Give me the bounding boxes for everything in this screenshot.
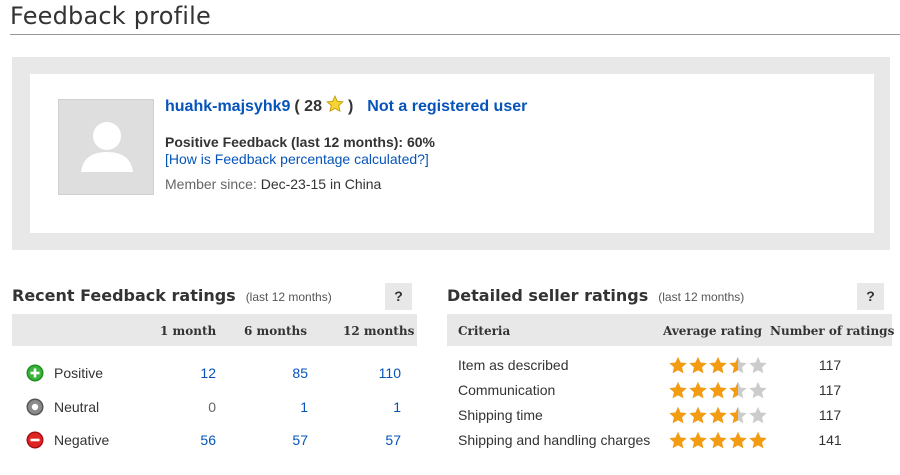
star-full-icon: [709, 356, 727, 374]
member-since-value: Dec-23-15 in China: [260, 176, 382, 192]
positive-12-months[interactable]: 110: [341, 365, 401, 381]
neutral-label: Neutral: [54, 399, 100, 415]
star-empty-icon: [749, 356, 767, 374]
star-full-icon: [729, 431, 747, 449]
star-empty-icon: [749, 381, 767, 399]
user-line: huahk-majsyhk9 ( 28 ) Not a registered u…: [165, 95, 527, 118]
star-full-icon: [689, 406, 707, 424]
plus-circle-icon: [26, 364, 44, 382]
ratings-count: 141: [818, 432, 842, 448]
col-header-6-months: 6 months: [244, 324, 307, 338]
ratings-count: 117: [818, 357, 842, 373]
star-half-icon: [729, 356, 747, 374]
criteria-shipping-handling-charges: Shipping and handling charges: [458, 432, 651, 448]
registration-status-link[interactable]: Not a registered user: [367, 98, 527, 116]
rating-stars: [668, 381, 768, 399]
col-header-criteria: Criteria: [458, 324, 511, 338]
user-silhouette-icon: [59, 100, 153, 194]
recent-feedback-title: Recent Feedback ratings (last 12 months): [12, 286, 332, 305]
positive-6-months[interactable]: 85: [248, 365, 308, 381]
ratings-count: 117: [818, 407, 842, 423]
star-full-icon: [689, 381, 707, 399]
recent-feedback-period: (last 12 months): [245, 290, 332, 304]
rating-stars: [668, 356, 768, 374]
neutral-12-months[interactable]: 1: [341, 399, 401, 415]
detailed-ratings-title: Detailed seller ratings (last 12 months): [447, 286, 744, 305]
detailed-ratings-help-button[interactable]: ?: [857, 283, 884, 310]
star-full-icon: [669, 381, 687, 399]
recent-feedback-heading: Recent Feedback ratings: [12, 286, 236, 305]
star-half-icon: [729, 406, 747, 424]
feedback-calculation-link[interactable]: [How is Feedback percentage calculated?]: [165, 151, 429, 167]
star-full-icon: [709, 381, 727, 399]
criteria-communication: Communication: [458, 382, 556, 398]
negative-1-month[interactable]: 56: [156, 432, 216, 448]
member-since: Member since: Dec-23-15 in China: [165, 176, 381, 192]
feedback-score-close: ): [347, 97, 354, 115]
star-full-icon: [709, 406, 727, 424]
neutral-1-month: 0: [208, 399, 216, 415]
star-full-icon: [669, 431, 687, 449]
ratings-count: 117: [818, 382, 842, 398]
detailed-ratings-heading: Detailed seller ratings: [447, 286, 649, 305]
username-link[interactable]: huahk-majsyhk9: [165, 98, 290, 116]
detailed-ratings-period: (last 12 months): [658, 290, 745, 304]
star-full-icon: [749, 431, 767, 449]
star-full-icon: [709, 431, 727, 449]
star-full-icon: [689, 356, 707, 374]
criteria-item-as-described: Item as described: [458, 357, 569, 373]
star-full-icon: [689, 431, 707, 449]
negative-6-months[interactable]: 57: [248, 432, 308, 448]
rating-stars: [668, 406, 768, 424]
page-title: Feedback profile: [10, 2, 211, 30]
yellow-star-icon: [326, 95, 344, 118]
criteria-shipping-time: Shipping time: [458, 407, 543, 423]
feedback-score[interactable]: ( 28: [294, 98, 322, 116]
positive-1-month[interactable]: 12: [156, 365, 216, 381]
neutral-6-months[interactable]: 1: [248, 399, 308, 415]
positive-label: Positive: [54, 365, 104, 381]
avatar: [58, 99, 154, 195]
star-half-icon: [729, 381, 747, 399]
recent-feedback-help-button[interactable]: ?: [385, 283, 412, 310]
col-header-average-rating: Average rating: [663, 324, 763, 338]
minus-circle-icon: [26, 431, 44, 449]
title-divider: [10, 34, 900, 35]
col-header-number-of-ratings: Number of ratings: [770, 324, 895, 338]
negative-12-months[interactable]: 57: [341, 432, 401, 448]
member-since-label: Member since:: [165, 176, 257, 192]
positive-feedback-percent: Positive Feedback (last 12 months): 60%: [165, 134, 435, 150]
neutral-circle-icon: [26, 398, 44, 416]
star-full-icon: [669, 356, 687, 374]
star-full-icon: [669, 406, 687, 424]
col-header-1-month: 1 month: [160, 324, 217, 338]
rating-stars: [668, 431, 768, 449]
star-empty-icon: [749, 406, 767, 424]
col-header-12-months: 12 months: [343, 324, 415, 338]
negative-label: Negative: [54, 432, 110, 448]
